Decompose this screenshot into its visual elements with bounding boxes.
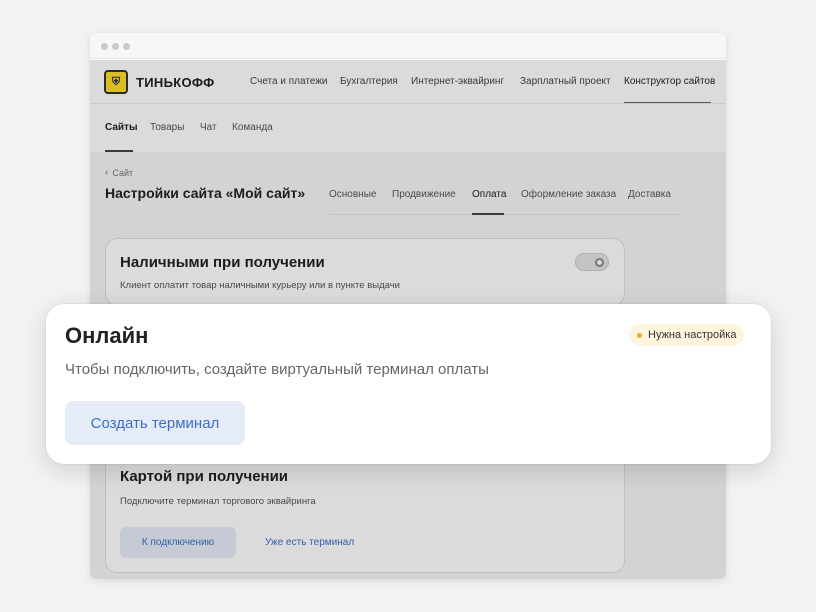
online-card-description: Чтобы подключить, создайте виртуальный т…: [65, 361, 489, 378]
tab-payment[interactable]: Оплата: [472, 189, 506, 200]
tab-promotion[interactable]: Продвижение: [392, 189, 456, 200]
payment-card-cash: Наличными при получении Клиент оплатит т…: [105, 238, 625, 306]
sub-navigation: Сайты Товары Чат Команда: [90, 104, 726, 150]
back-link[interactable]: ‹ Сайт: [105, 167, 133, 178]
brand-name: ТИНЬКОФФ: [136, 74, 215, 90]
page-title: Настройки сайта «Мой сайт»: [105, 185, 306, 201]
tab-active-underline: [472, 213, 504, 215]
topnav-item-payroll[interactable]: Зарплатный проект: [520, 76, 611, 87]
topnav-item-accounts[interactable]: Счета и платежи: [250, 76, 328, 87]
subnav-item-products[interactable]: Товары: [150, 122, 184, 133]
topnav-item-accounting[interactable]: Бухгалтерия: [340, 76, 398, 87]
topnav-active-underline: [624, 102, 711, 103]
top-navigation: ⛨ ТИНЬКОФФ Счета и платежи Бухгалтерия И…: [90, 60, 726, 104]
window-maximize-dot[interactable]: [123, 43, 130, 50]
subnav-item-sites[interactable]: Сайты: [105, 122, 138, 133]
cash-toggle[interactable]: [575, 253, 609, 271]
back-link-label: Сайт: [112, 167, 134, 178]
topnav-item-site-builder[interactable]: Конструктор сайтов: [624, 76, 715, 87]
connect-button[interactable]: К подключению: [120, 527, 236, 558]
tab-delivery[interactable]: Доставка: [628, 189, 671, 200]
card-on-delivery-description: Подключите терминал торгового эквайринга: [120, 496, 316, 507]
payment-card-on-delivery: Картой при получении Подключите терминал…: [105, 455, 625, 573]
payment-card-online: Онлайн Чтобы подключить, создайте виртуа…: [46, 304, 771, 464]
have-terminal-link[interactable]: Уже есть терминал: [265, 537, 354, 548]
tabs-divider: [329, 214, 681, 215]
toggle-knob: [595, 258, 604, 267]
subnav-item-team[interactable]: Команда: [232, 122, 273, 133]
tab-basic[interactable]: Основные: [329, 189, 376, 200]
brand-logo[interactable]: ⛨ ТИНЬКОФФ: [104, 70, 214, 94]
card-on-delivery-title: Картой при получении: [120, 468, 289, 485]
window-close-dot[interactable]: [101, 43, 108, 50]
topnav-item-acquiring[interactable]: Интернет-эквайринг: [411, 76, 504, 87]
cash-card-title: Наличными при получении: [120, 254, 325, 271]
status-badge: Нужна настройка: [629, 324, 745, 346]
shield-emblem-icon: ⛨: [104, 70, 128, 94]
create-terminal-button[interactable]: Создать терминал: [65, 401, 245, 445]
tab-checkout[interactable]: Оформление заказа: [521, 189, 616, 200]
cash-card-description: Клиент оплатит товар наличными курьеру и…: [120, 280, 400, 291]
online-card-title: Онлайн: [65, 323, 149, 348]
chevron-left-icon: ‹: [105, 167, 109, 178]
subnav-item-chat[interactable]: Чат: [200, 122, 217, 133]
window-minimize-dot[interactable]: [112, 43, 119, 50]
status-badge-label: Нужна настройка: [648, 329, 737, 341]
window-titlebar: [90, 33, 726, 59]
status-dot-icon: [637, 332, 642, 338]
